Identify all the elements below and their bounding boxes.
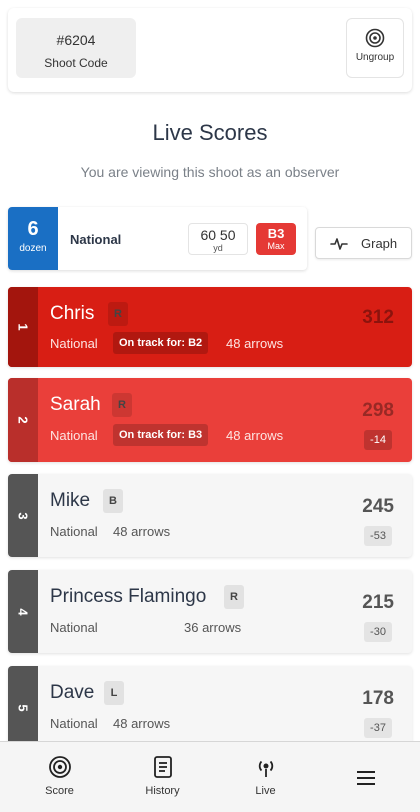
shoot-code-label: Shoot Code (44, 56, 108, 70)
rank-strip: 3 (8, 474, 38, 557)
archer-name: Princess Flamingo (50, 586, 207, 607)
round-label: National (50, 716, 98, 731)
hamburger-menu-icon (356, 771, 375, 785)
ungroup-button[interactable]: Ungroup (346, 18, 404, 78)
score-value: 245 (362, 496, 394, 517)
history-list-icon (153, 756, 172, 778)
score-value: 312 (362, 307, 394, 328)
bow-type-badge: L (104, 681, 124, 705)
target-icon (365, 28, 385, 48)
score-difference: -30 (364, 622, 392, 642)
graph-button[interactable]: Graph (315, 227, 412, 259)
score-difference: -37 (364, 718, 392, 738)
rank-strip: 5 (8, 666, 38, 749)
on-track-badge: On track for: B3 (113, 424, 209, 446)
nav-menu[interactable] (313, 742, 418, 812)
dozen-badge: 6 dozen (8, 207, 58, 270)
graph-label: Graph (361, 236, 398, 251)
score-difference: -14 (364, 430, 392, 450)
round-label: National (50, 524, 98, 539)
distance-unit: yd (213, 243, 223, 253)
nav-live[interactable]: Live (213, 742, 318, 812)
arrow-count: 36 arrows (184, 620, 242, 635)
bottom-nav: Score History Live (0, 741, 420, 812)
score-value: 178 (362, 688, 394, 709)
distance-badge: 60 50 yd (188, 223, 248, 255)
live-broadcast-icon (258, 760, 273, 777)
bow-type-badge: R (112, 393, 132, 417)
archer-name: Chris (50, 303, 95, 324)
target-icon (48, 756, 71, 778)
score-row[interactable]: 1 Chris R National On track for: B2 48 a… (8, 287, 412, 367)
round-label: National (50, 428, 98, 443)
round-name: National (70, 232, 122, 247)
rank-number: 5 (15, 703, 31, 712)
rank-number: 3 (15, 511, 31, 520)
archer-name: Sarah (50, 394, 101, 415)
score-row[interactable]: 3 Mike B National 48 arrows 245 -53 (8, 474, 412, 557)
score-row[interactable]: 2 Sarah R National On track for: B3 48 a… (8, 378, 412, 462)
round-label: National (50, 336, 98, 351)
bow-type-badge: R (108, 302, 128, 326)
max-class: B3 (267, 226, 285, 241)
arrow-count: 48 arrows (226, 336, 284, 351)
score-row[interactable]: 4 Princess Flamingo R National 36 arrows… (8, 570, 412, 653)
ungroup-label: Ungroup (355, 52, 395, 63)
page-title: Live Scores (152, 120, 268, 145)
rank-number: 2 (15, 416, 31, 424)
nav-live-label: Live (255, 785, 276, 797)
shoot-code-box: #6204 Shoot Code (16, 18, 136, 78)
max-class-badge: B3 Max (256, 223, 296, 255)
arrow-count: 48 arrows (113, 716, 171, 731)
nav-score-label: Score (45, 785, 74, 797)
distances: 60 50 (200, 227, 236, 243)
nav-history[interactable]: History (110, 742, 215, 812)
rank-strip: 1 (8, 287, 38, 367)
score-difference: -53 (364, 526, 392, 546)
nav-score[interactable]: Score (7, 742, 112, 812)
dozen-count: 6 (27, 218, 39, 240)
rank-strip: 4 (8, 570, 38, 653)
rank-strip: 2 (8, 378, 38, 462)
rank-number: 4 (15, 607, 31, 616)
arrow-count: 48 arrows (113, 524, 171, 539)
page-subtitle: You are viewing this shoot as an observe… (80, 164, 340, 180)
round-info-card: 6 dozen National 60 50 yd B3 Max (8, 207, 307, 270)
dozen-label: dozen (19, 243, 47, 254)
bow-type-badge: R (224, 585, 244, 609)
on-track-badge: On track for: B2 (113, 332, 209, 354)
round-label: National (50, 620, 98, 635)
bow-type-badge: B (103, 489, 123, 513)
shoot-header-card: #6204 Shoot Code Ungroup (8, 8, 412, 92)
rank-number: 1 (15, 323, 31, 331)
archer-name: Dave (50, 682, 95, 703)
score-value: 215 (362, 592, 394, 613)
arrow-count: 48 arrows (226, 428, 284, 443)
score-value: 298 (362, 400, 394, 421)
archer-name: Mike (50, 490, 91, 511)
max-label: Max (267, 241, 285, 251)
pulse-graph-icon (330, 238, 348, 250)
score-row[interactable]: 5 Dave L National 48 arrows 178 -37 (8, 666, 412, 749)
shoot-code: #6204 (56, 32, 96, 48)
nav-history-label: History (145, 785, 180, 797)
